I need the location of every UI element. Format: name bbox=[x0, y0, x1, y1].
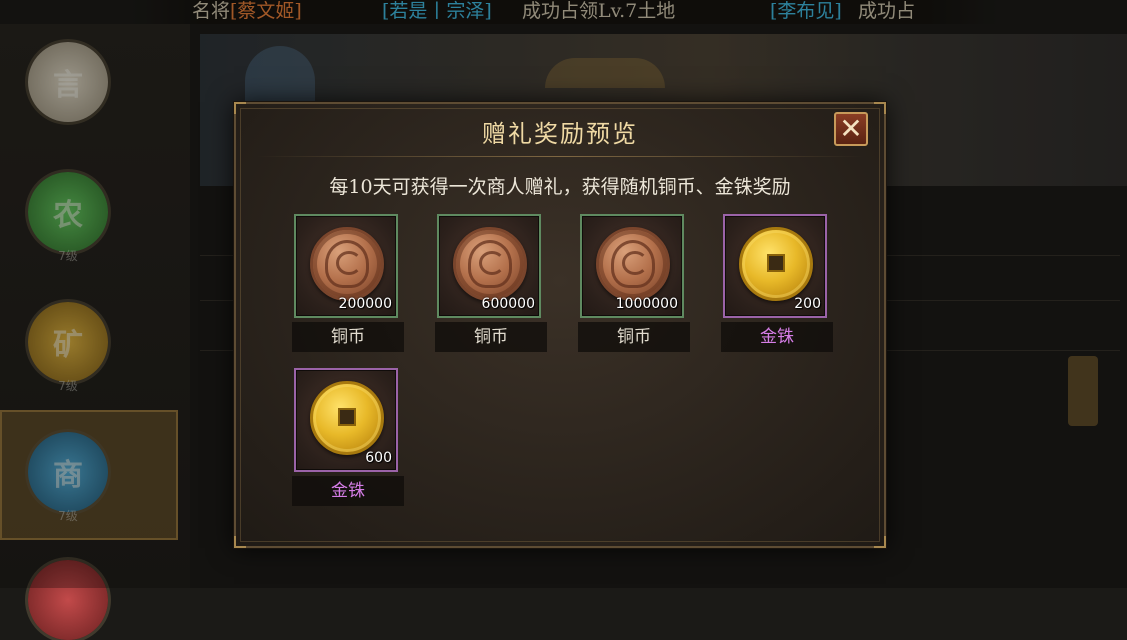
item-name: 铜币 bbox=[435, 322, 547, 352]
close-icon: ✕ bbox=[839, 112, 863, 145]
item-quantity: 200000 bbox=[338, 296, 392, 312]
reward-item-gold-600[interactable]: 600 金铢 bbox=[292, 368, 404, 510]
dialog-title: 赠礼奖励预览 bbox=[482, 120, 638, 148]
reward-item-copper-600000[interactable]: 600000 铜币 bbox=[435, 214, 547, 356]
reward-item-gold-200[interactable]: 200 金铢 bbox=[721, 214, 833, 356]
item-name: 金铢 bbox=[292, 476, 404, 506]
copper-coin-icon bbox=[453, 227, 527, 301]
gold-coin-icon bbox=[739, 227, 813, 301]
item-slot: 1000000 bbox=[580, 214, 684, 318]
item-name: 铜币 bbox=[292, 322, 404, 352]
title-divider bbox=[256, 156, 864, 157]
copper-coin-icon bbox=[310, 227, 384, 301]
item-name: 铜币 bbox=[578, 322, 690, 352]
item-quantity: 600 bbox=[365, 450, 392, 466]
item-slot: 200 bbox=[723, 214, 827, 318]
frame-corner bbox=[874, 536, 886, 548]
item-slot: 600000 bbox=[437, 214, 541, 318]
frame-corner bbox=[234, 102, 246, 114]
reward-description: 每10天可获得一次商人赠礼，获得随机铜币、金铢奖励 bbox=[329, 176, 791, 198]
gift-reward-preview-dialog: 赠礼奖励预览 ✕ 每10天可获得一次商人赠礼，获得随机铜币、金铢奖励 20000… bbox=[234, 102, 886, 548]
close-button[interactable]: ✕ bbox=[834, 112, 868, 146]
item-quantity: 200 bbox=[794, 296, 821, 312]
item-name: 金铢 bbox=[721, 322, 833, 352]
item-quantity: 1000000 bbox=[615, 296, 678, 312]
item-quantity: 600000 bbox=[481, 296, 535, 312]
item-slot: 200000 bbox=[294, 214, 398, 318]
item-slot: 600 bbox=[294, 368, 398, 472]
gold-coin-icon bbox=[310, 381, 384, 455]
reward-item-copper-200000[interactable]: 200000 铜币 bbox=[292, 214, 404, 356]
frame-corner bbox=[234, 536, 246, 548]
copper-coin-icon bbox=[596, 227, 670, 301]
reward-item-copper-1000000[interactable]: 1000000 铜币 bbox=[578, 214, 690, 356]
frame-corner bbox=[874, 102, 886, 114]
